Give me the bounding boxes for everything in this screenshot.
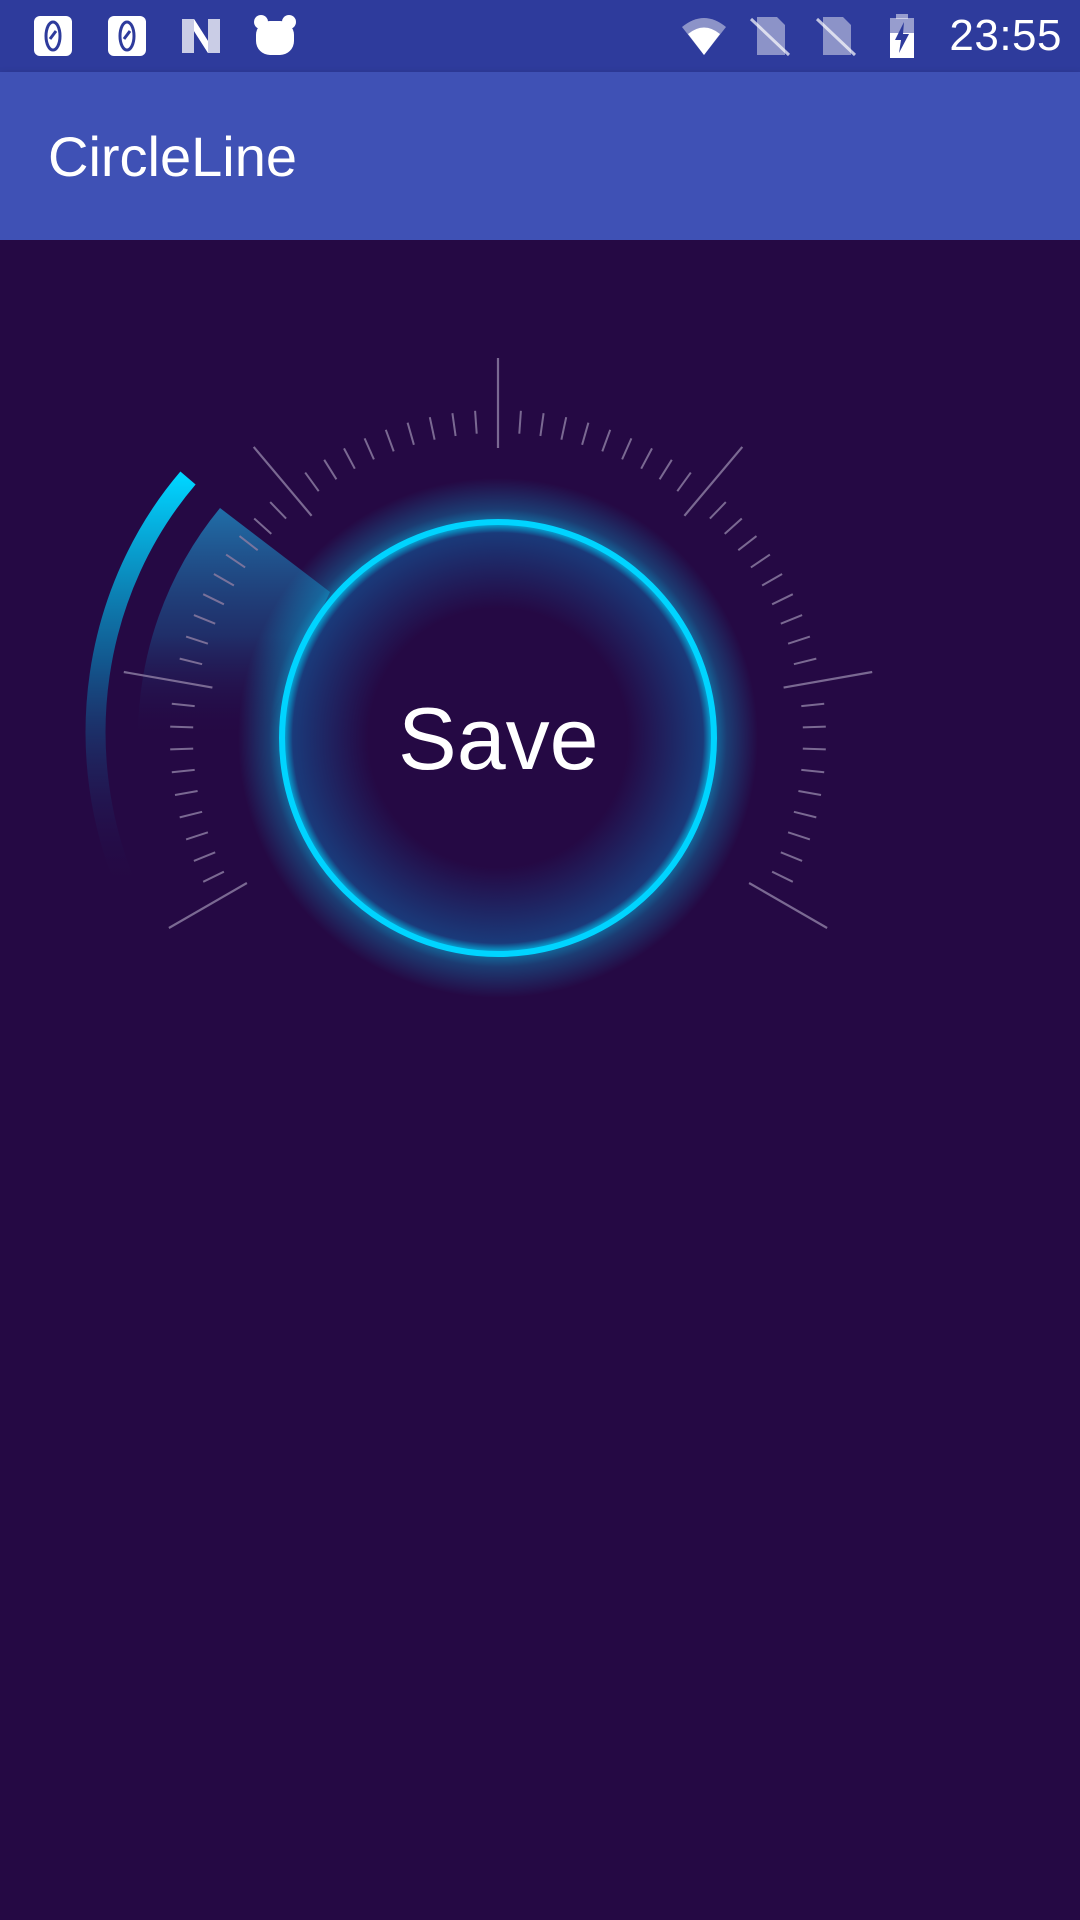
minor-tick [802, 725, 826, 729]
minor-tick [539, 413, 545, 437]
minor-tick [787, 831, 811, 841]
minor-tick [709, 501, 727, 520]
minor-tick [170, 747, 194, 751]
minor-tick [640, 447, 653, 470]
minor-tick [179, 810, 203, 819]
minor-tick [384, 429, 395, 452]
minor-tick [171, 768, 195, 774]
minor-tick [323, 459, 338, 480]
minor-tick [793, 810, 817, 819]
minor-tick [787, 635, 811, 645]
minor-tick [560, 416, 568, 440]
minor-tick [761, 573, 783, 587]
no-sim-icon [747, 13, 793, 59]
minor-tick [780, 614, 803, 625]
notification-icons [30, 12, 298, 60]
sim-card-icon [104, 13, 150, 59]
minor-tick [771, 870, 794, 883]
minor-tick [658, 459, 673, 480]
minor-tick [304, 472, 320, 492]
minor-tick [793, 657, 817, 666]
minor-tick [193, 851, 216, 862]
bear-app-icon [252, 13, 298, 59]
minor-tick [253, 517, 272, 535]
minor-tick [621, 437, 633, 460]
minor-tick [750, 553, 771, 569]
battery-charging-icon [879, 13, 925, 59]
no-sim-icon [813, 13, 859, 59]
minor-tick [724, 517, 743, 535]
minor-tick [780, 851, 803, 862]
minor-tick [771, 593, 794, 606]
minor-tick [363, 437, 375, 460]
minor-tick [601, 429, 612, 452]
minor-tick [676, 472, 692, 492]
system-indicators: 23:55 [681, 10, 1062, 62]
minor-tick [737, 535, 758, 551]
minor-tick [518, 410, 522, 434]
minor-tick [802, 747, 826, 751]
major-tick [783, 670, 873, 689]
minor-tick [185, 831, 209, 841]
major-tick [252, 446, 313, 517]
save-button-label[interactable]: Save [398, 688, 599, 790]
major-tick [748, 882, 828, 929]
wifi-icon [681, 13, 727, 59]
app-bar: CircleLine [0, 72, 1080, 240]
minor-tick [801, 768, 825, 774]
minor-tick [581, 422, 590, 446]
nova-launcher-icon [178, 13, 224, 59]
minor-tick [474, 410, 478, 434]
minor-tick [451, 413, 457, 437]
minor-tick [170, 725, 194, 729]
app-title: CircleLine [48, 125, 297, 188]
major-tick [168, 882, 248, 929]
minor-tick [343, 447, 356, 470]
sim-card-icon [30, 13, 76, 59]
minor-tick [269, 501, 287, 520]
status-time: 23:55 [949, 11, 1062, 60]
minor-tick [406, 422, 415, 446]
minor-tick [801, 702, 825, 708]
minor-tick [202, 870, 225, 883]
status-bar: 23:55 [0, 0, 1080, 72]
minor-tick [174, 790, 198, 796]
minor-tick [428, 416, 436, 440]
minor-tick [798, 790, 822, 796]
major-tick [683, 446, 744, 517]
